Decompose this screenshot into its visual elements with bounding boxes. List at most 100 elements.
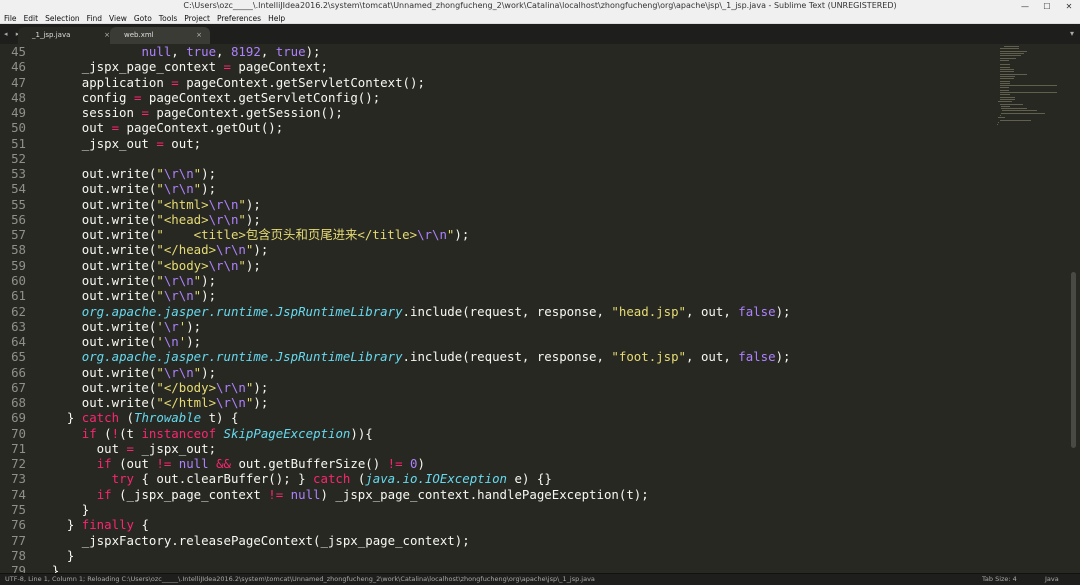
code-token: false — [738, 303, 776, 319]
line-number: 46 — [11, 59, 26, 75]
line-number: 65 — [11, 349, 26, 365]
code-token: , out, — [686, 349, 739, 365]
code-token: "foot.jsp" — [611, 349, 687, 365]
minimap-line — [999, 50, 1028, 52]
minimap-line — [999, 71, 1014, 73]
tab-size-indicator[interactable]: Tab Size: 4 — [982, 575, 1017, 583]
line-number: 77 — [11, 532, 26, 548]
tab-dropdown-icon[interactable]: ▾ — [1070, 29, 1074, 38]
code-token: "<head> — [156, 211, 209, 227]
code-token: pageContext.getOut(); — [119, 120, 284, 136]
code-token: } — [37, 517, 82, 533]
code-token: null — [178, 456, 209, 472]
line-number: 61 — [11, 288, 26, 304]
code-token: SkipPageException — [223, 425, 351, 441]
code-token: { out.clearBuffer(); } — [134, 471, 314, 487]
tab-web-xml[interactable]: web.xml × — [110, 27, 210, 44]
syntax-indicator[interactable]: Java — [1045, 575, 1059, 583]
minimap-line — [999, 48, 1020, 50]
code-token: ); — [201, 364, 217, 380]
vertical-scrollbar[interactable] — [1071, 272, 1076, 448]
code-token: \n — [163, 334, 179, 350]
menu-project[interactable]: Project — [184, 13, 210, 23]
code-token: \r\n — [208, 196, 239, 212]
code-token: { — [133, 517, 149, 533]
menu-preferences[interactable]: Preferences — [217, 13, 261, 23]
code-token: , — [171, 44, 187, 59]
code-line: } — [37, 502, 987, 517]
code-token: = — [111, 120, 120, 136]
menu-tools[interactable]: Tools — [159, 13, 177, 23]
line-number: 54 — [11, 181, 26, 197]
code-token: out.write( — [37, 334, 157, 350]
code-area[interactable]: null, true, 8192, true); _jspx_page_cont… — [37, 44, 987, 573]
code-line: if (_jspx_page_context != null) _jspx_pa… — [37, 487, 987, 502]
maximize-button[interactable]: ☐ — [1036, 0, 1058, 13]
minimap-line — [997, 124, 998, 126]
code-line: out.write("\r\n"); — [37, 181, 987, 196]
menu-find[interactable]: Find — [87, 13, 102, 23]
code-line: out.write("</html>\r\n"); — [37, 395, 987, 410]
line-number: 51 — [11, 135, 26, 151]
menu-view[interactable]: View — [109, 13, 127, 23]
code-token: out.write( — [37, 257, 157, 273]
code-line: out.write('\n'); — [37, 334, 987, 349]
code-line: if (!(t instanceof SkipPageException)){ — [37, 426, 987, 441]
code-token: if — [81, 425, 97, 441]
menu-goto[interactable]: Goto — [134, 13, 152, 23]
minimap-line — [999, 89, 1010, 91]
code-token: } — [37, 563, 60, 573]
line-number: 78 — [11, 547, 26, 563]
code-line: out.write("</head>\r\n"); — [37, 242, 987, 257]
code-token: .include(request, response, — [402, 349, 612, 365]
code-token: null — [141, 44, 172, 59]
minimap-line — [999, 59, 1010, 61]
menu-edit[interactable]: Edit — [24, 13, 39, 23]
line-number: 62 — [11, 303, 26, 319]
code-token: 0 — [410, 456, 418, 472]
editor-pane[interactable]: 45 46 47 48 49 50 51 52 53 54 55 56 57 58 59 60 61 62 63 64… — [0, 44, 1080, 573]
line-number: 49 — [11, 105, 26, 121]
tab-1-jsp-java[interactable]: _1_jsp.java × — [18, 27, 118, 44]
code-line: out = _jspx_out; — [37, 441, 987, 456]
code-token: "<body> — [156, 257, 209, 273]
code-token: ); — [245, 257, 261, 273]
code-token: ( — [119, 410, 134, 426]
code-token: out — [37, 120, 112, 136]
code-token: } — [37, 501, 90, 517]
code-token: "<html> — [156, 196, 209, 212]
code-token: " — [156, 272, 164, 288]
line-number: 73 — [11, 471, 26, 487]
code-token: (t — [119, 425, 142, 441]
close-button[interactable]: ✕ — [1058, 0, 1080, 13]
code-token: out.write( — [37, 379, 157, 395]
code-token: != — [387, 456, 403, 472]
tab-close-icon[interactable]: × — [196, 31, 202, 39]
code-token: \r\n — [163, 181, 194, 197]
code-token: java.io.IOException — [365, 471, 508, 487]
code-token: ); — [201, 181, 217, 197]
line-number: 66 — [11, 364, 26, 380]
code-token: out.write( — [37, 242, 157, 258]
menu-selection[interactable]: Selection — [45, 13, 80, 23]
code-line: try { out.clearBuffer(); } catch (java.i… — [37, 471, 987, 486]
minimize-button[interactable]: — — [1014, 0, 1036, 13]
code-line: } finally { — [37, 517, 987, 532]
code-token: ); — [201, 272, 217, 288]
code-token: 8192 — [230, 44, 261, 59]
code-token: out.write( — [37, 272, 157, 288]
menu-file[interactable]: File — [4, 13, 17, 23]
code-line: out.write('\r'); — [37, 319, 987, 334]
minimap[interactable] — [996, 46, 1064, 136]
code-token: out.write( — [37, 288, 157, 304]
code-token: != — [156, 456, 172, 472]
code-token: \r\n — [163, 364, 194, 380]
code-line: out = pageContext.getOut(); — [37, 120, 987, 135]
menu-help[interactable]: Help — [268, 13, 285, 23]
